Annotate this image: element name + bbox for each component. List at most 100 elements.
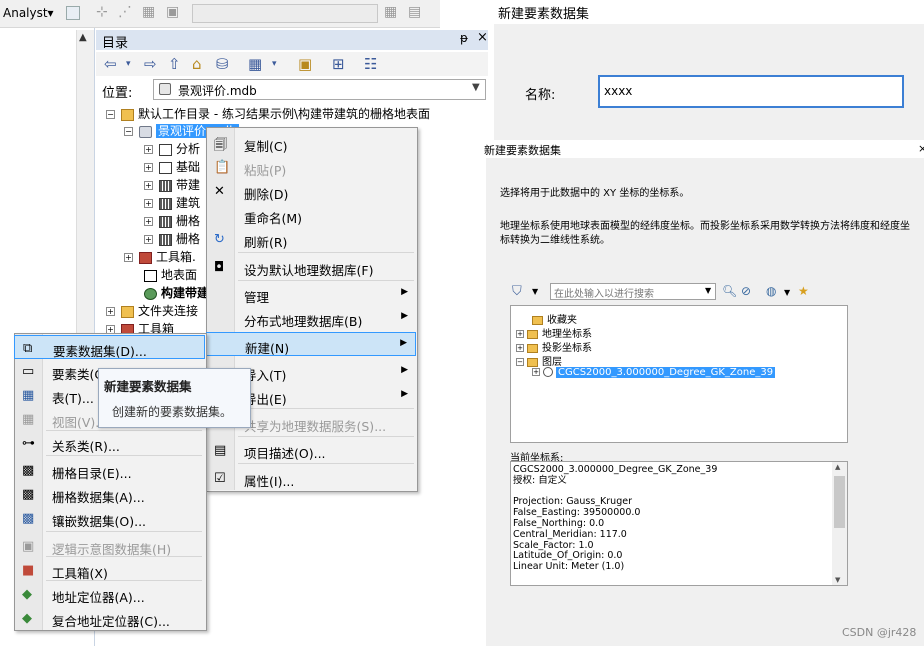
expand-icon[interactable]: + (124, 253, 133, 262)
submenu-item-feature-dataset[interactable]: ⧉ 要素数据集(D)... (14, 335, 205, 359)
menu-item-manage[interactable]: 管理 ▶ (206, 282, 416, 306)
crs-scrollbar-thumb[interactable] (834, 476, 845, 528)
open-folder-icon (527, 357, 538, 367)
tree-item-toolbox1[interactable]: + 工具箱. (124, 248, 196, 266)
submenu-item-raster-catalog[interactable]: ▩ 栅格目录(E)... (14, 458, 205, 482)
expand-icon[interactable]: + (106, 307, 115, 316)
tree-item-r1[interactable]: + 带建 (144, 176, 200, 194)
menu-label: 要素数据集(D)... (53, 344, 147, 359)
menu-item-refresh[interactable]: ↻ 刷新(R) (206, 227, 416, 251)
menu-item-paste[interactable]: 📋 粘贴(P) (206, 155, 416, 179)
expand-icon[interactable]: + (516, 330, 524, 338)
tree-item-folder-conn[interactable]: + 文件夹连接 (106, 302, 198, 320)
tree-item-r4[interactable]: + 栅格 (144, 230, 200, 248)
properties-icon: ☑ (214, 471, 226, 486)
collapse-icon[interactable]: − (106, 110, 115, 119)
tree-item-cgcs2000[interactable]: + CGCS2000_3.000000_Degree_GK_Zone_39 (532, 366, 777, 379)
search-icon[interactable]: 🔍︎ (722, 284, 737, 298)
filter-icon[interactable]: ⛉ (512, 284, 522, 299)
folder-icon (532, 315, 543, 325)
tree-item-fd2[interactable]: + 基础 (144, 158, 200, 176)
scroll-up-icon[interactable]: ▲ (79, 32, 87, 43)
chevron-down-icon[interactable]: ▼ (705, 286, 711, 295)
tree-item-model[interactable]: 构建带建 (144, 284, 209, 302)
submenu-item-relationship[interactable]: ⊶ 关系类(R)... (14, 431, 205, 455)
view-dropdown-icon[interactable]: ▾ (272, 59, 277, 69)
add-favorite-icon[interactable]: ★ (798, 284, 809, 298)
submenu-item-toolbox[interactable]: ■ 工具箱(X) (14, 558, 205, 582)
menu-item-copy[interactable]: 🗐 复制(C) (206, 131, 416, 155)
menu-item-distributed-gdb[interactable]: 分布式地理数据库(B) ▶ (206, 306, 416, 330)
tree-item-layers[interactable]: − 图层 (516, 353, 562, 368)
expand-icon[interactable]: + (144, 163, 153, 172)
chevron-down-icon[interactable]: ▼ (532, 287, 538, 296)
expand-icon[interactable]: + (144, 217, 153, 226)
toolbar-table2-icon: ▤ (408, 4, 422, 20)
analyst-dropdown[interactable]: Analyst▾ (3, 6, 54, 20)
expand-icon[interactable]: + (532, 368, 540, 376)
expand-icon[interactable]: + (144, 181, 153, 190)
back-icon[interactable]: ⇦ (104, 55, 117, 73)
location-value: 景观评价.mdb (178, 84, 257, 98)
expand-icon[interactable]: + (144, 145, 153, 154)
tree-item-workdir[interactable]: − 默认工作目录 - 练习结果示例\构建带建筑的栅格地表面 (106, 105, 430, 123)
mosaic-dataset-icon: ▩ (22, 511, 35, 526)
collapse-icon[interactable]: − (516, 358, 524, 366)
close-icon[interactable]: × (918, 142, 924, 155)
chevron-down-icon[interactable]: ▼ (784, 288, 790, 297)
connect-db-icon[interactable]: ⛁ (216, 55, 229, 73)
vertical-scrollbar[interactable] (76, 30, 94, 360)
up-level-icon[interactable]: ⇧ (168, 55, 181, 73)
menu-label: 刷新(R) (244, 235, 288, 250)
expand-icon[interactable]: + (144, 235, 153, 244)
home-icon[interactable]: ⌂ (192, 55, 202, 73)
menu-item-rename[interactable]: 重命名(M) (206, 203, 416, 227)
tree-item-projected[interactable]: + 投影坐标系 (516, 339, 592, 354)
menu-item-properties[interactable]: ☑ 属性(I)... (206, 466, 416, 490)
toolbar-edit-icon: ⊹ (96, 4, 108, 20)
submenu-item-raster-dataset[interactable]: ▩ 栅格数据集(A)... (14, 482, 205, 506)
menu-separator (238, 436, 414, 437)
toolbar-window-icon[interactable] (66, 6, 80, 20)
collapse-icon[interactable]: − (124, 127, 133, 136)
tree-label: 分析 (176, 142, 201, 156)
tree-toggle-icon[interactable]: ⊞ (332, 55, 345, 73)
scroll-down-icon[interactable]: ▼ (835, 576, 840, 584)
close-icon[interactable]: × (477, 30, 488, 45)
chevron-down-icon[interactable]: ▼ (472, 82, 480, 93)
view-options-icon[interactable]: ▦ (248, 55, 262, 73)
menu-item-description[interactable]: ▤ 项目描述(O)... (206, 438, 416, 462)
submenu-item-schematic[interactable]: ▣ 逻辑示意图数据集(H) (14, 534, 205, 558)
connect-folder-icon[interactable]: ▣ (298, 55, 312, 73)
menu-item-new[interactable]: 新建(N) ▶ (206, 332, 416, 356)
name-input[interactable] (598, 75, 904, 108)
tree-item-tool[interactable]: 地表面 (144, 266, 197, 284)
tree-item-favorites[interactable]: 收藏夹 (532, 311, 577, 326)
back-dropdown-icon[interactable]: ▾ (126, 59, 131, 69)
tooltip-body: 创建新的要素数据集。 (112, 405, 233, 419)
geodatabase-icon (139, 125, 152, 138)
pin-icon[interactable]: ᵽ (460, 31, 468, 45)
menu-label: 项目描述(O)... (244, 446, 326, 461)
menu-item-set-default-gdb[interactable]: ◘ 设为默认地理数据库(F) (206, 255, 416, 279)
forward-icon[interactable]: ⇨ (144, 55, 157, 73)
expand-icon[interactable]: + (144, 199, 153, 208)
menu-label: 复合地址定位器(C)... (52, 614, 170, 629)
menu-item-delete[interactable]: ✕ 删除(D) (206, 179, 416, 203)
toolbar-combo (192, 4, 378, 23)
clear-search-icon[interactable]: ⊘ (741, 284, 751, 298)
submenu-item-address-locator[interactable]: ◆ 地址定位器(A)... (14, 582, 205, 606)
tree-label: 带建 (176, 178, 201, 192)
tree-label-selected: CGCS2000_3.000000_Degree_GK_Zone_39 (554, 366, 777, 379)
tree-item-geographic[interactable]: + 地理坐标系 (516, 325, 592, 340)
tree-item-fd1[interactable]: + 分析 (144, 140, 200, 158)
submenu-item-mosaic[interactable]: ▩ 镶嵌数据集(O)... (14, 506, 205, 530)
options-icon[interactable]: ☷ (364, 55, 377, 73)
catalog-title-bar (96, 30, 488, 50)
scroll-up-icon[interactable]: ▲ (835, 463, 840, 471)
tree-item-r3[interactable]: + 栅格 (144, 212, 200, 230)
tree-item-r2[interactable]: + 建筑 (144, 194, 200, 212)
expand-icon[interactable]: + (516, 344, 524, 352)
submenu-item-composite-locator[interactable]: ◆ 复合地址定位器(C)... (14, 606, 205, 630)
globe-icon[interactable]: ◍ (766, 284, 776, 298)
